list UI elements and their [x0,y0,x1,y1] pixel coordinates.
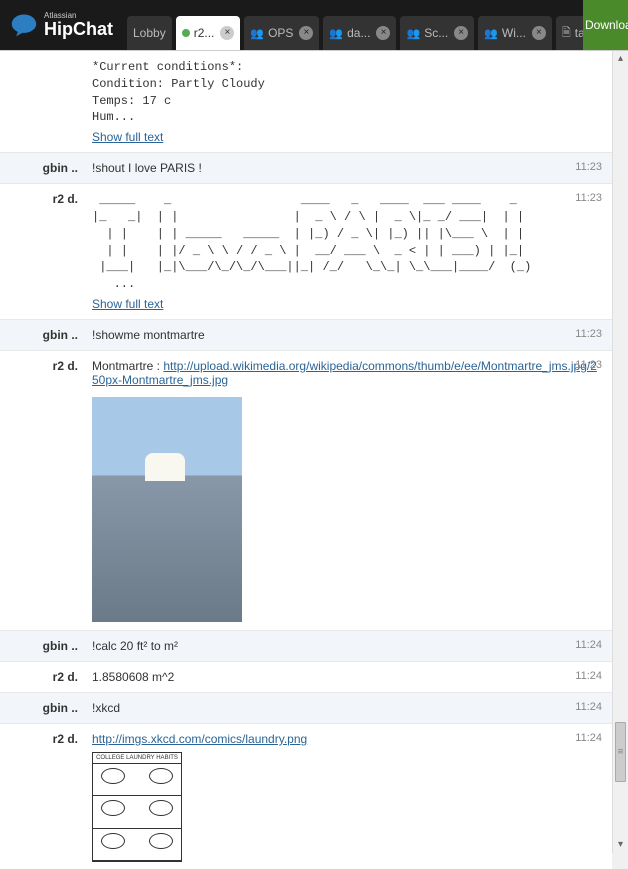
tab-lobby[interactable]: Lobby [127,16,172,50]
hipchat-logo-icon [10,11,38,39]
tab-bar: Lobby r2... × 👥 OPS × 👥 da... × 👥 Sc... … [127,0,628,50]
sender: r2 d. [0,724,86,869]
resize-grip[interactable] [612,853,628,869]
sender: r2 d. [0,184,86,319]
message-body: *Current conditions*: Condition: Partly … [92,59,602,126]
message-row: gbin .. 11:24 !calc 20 ft² to m² [0,631,612,662]
sender: r2 d. [0,351,86,630]
montmartre-image[interactable] [92,397,242,622]
message-content: 11:24 1.8580608 m^2 [86,662,612,692]
timestamp: 11:23 [575,328,602,340]
close-icon[interactable]: × [376,26,390,40]
top-bar: Atlassian HipChat Lobby r2... × 👥 OPS × … [0,0,628,50]
show-full-link[interactable]: Show full text [92,297,163,311]
sender: gbin .. [0,693,86,723]
message-body: 1.8580608 m^2 [92,670,602,684]
message-content: *Current conditions*: Condition: Partly … [86,51,612,152]
message-row: *Current conditions*: Condition: Partly … [0,51,612,153]
close-icon[interactable]: × [299,26,313,40]
message-row: gbin .. 11:23 !showme montmartre [0,320,612,351]
tab-label: r2... [194,26,215,40]
tab-label: Sc... [424,26,448,40]
message-row: r2 d. 11:23 _____ _ ____ _ ____ ___ ____… [0,184,612,320]
tab-ops[interactable]: 👥 OPS × [244,16,319,50]
tab-da[interactable]: 👥 da... × [323,16,396,50]
sender: r2 d. [0,662,86,692]
scroll-thumb[interactable] [615,722,626,782]
scroll-down-button[interactable]: ▾ [613,837,628,853]
ascii-art: _____ _ ____ _ ____ ___ ____ _ |_ _| | |… [92,192,602,293]
timestamp: 11:23 [575,359,602,371]
close-icon[interactable]: × [220,26,234,40]
comic-url-link[interactable]: http://imgs.xkcd.com/comics/laundry.png [92,732,307,746]
tab-label: Wi... [502,26,526,40]
message-content: 11:24 !xkcd [86,693,612,723]
people-icon: 👥 [329,27,343,40]
message-content: 11:23 !showme montmartre [86,320,612,350]
sender: gbin .. [0,320,86,350]
scroll-track[interactable] [613,67,628,837]
tab-sc[interactable]: 👥 Sc... × [400,16,474,50]
tab-label: OPS [268,26,293,40]
timestamp: 11:24 [575,732,602,744]
image-url-link[interactable]: http://upload.wikimedia.org/wikipedia/co… [92,359,597,387]
doc-icon: 🗎 [562,24,571,43]
message-content: 11:24 !calc 20 ft² to m² [86,631,612,661]
tab-label: da... [347,26,370,40]
message-content: 11:23 Montmartre : http://upload.wikimed… [86,351,612,630]
xkcd-comic-image[interactable]: COLLEGE LAUNDRY HABITS [92,752,182,862]
timestamp: 11:23 [575,192,602,204]
message-content: 11:24 http://imgs.xkcd.com/comics/laundr… [86,724,612,869]
timestamp: 11:23 [575,161,602,173]
tab-label: Lobby [133,26,166,40]
sender: gbin .. [0,153,86,183]
message-body: Montmartre : http://upload.wikimedia.org… [92,359,602,387]
close-icon[interactable]: × [454,26,468,40]
message-row: r2 d. 11:24 http://imgs.xkcd.com/comics/… [0,724,612,869]
timestamp: 11:24 [575,701,602,713]
message-row: r2 d. 11:24 1.8580608 m^2 [0,662,612,693]
message-row: gbin .. 11:24 !xkcd [0,693,612,724]
show-full-link[interactable]: Show full text [92,130,163,144]
timestamp: 11:24 [575,639,602,651]
message-list: *Current conditions*: Condition: Partly … [0,51,612,869]
scroll-up-button[interactable]: ▴ [613,51,628,67]
message-content: 11:23 _____ _ ____ _ ____ ___ ____ _ |_ … [86,184,612,319]
logo: Atlassian HipChat [0,0,127,50]
sender: gbin .. [0,631,86,661]
people-icon: 👥 [406,27,420,40]
presence-icon [182,29,190,37]
message-row: r2 d. 11:23 Montmartre : http://upload.w… [0,351,612,631]
tab-wi[interactable]: 👥 Wi... × [478,16,552,50]
download-link[interactable]: Download [583,0,628,50]
close-icon[interactable]: × [532,26,546,40]
message-body: !shout I love PARIS ! [92,161,602,175]
sender [0,51,86,152]
message-body: !xkcd [92,701,602,715]
people-icon: 👥 [250,27,264,40]
brand-main: HipChat [44,20,113,38]
tab-r2[interactable]: r2... × [176,16,241,50]
message-body: !showme montmartre [92,328,602,342]
people-icon: 👥 [484,27,498,40]
vertical-scrollbar[interactable]: ▴ ▾ [612,51,628,853]
message-content: 11:23 !shout I love PARIS ! [86,153,612,183]
timestamp: 11:24 [575,670,602,682]
main-area: *Current conditions*: Condition: Partly … [0,50,628,869]
message-body: !calc 20 ft² to m² [92,639,602,653]
message-row: gbin .. 11:23 !shout I love PARIS ! [0,153,612,184]
